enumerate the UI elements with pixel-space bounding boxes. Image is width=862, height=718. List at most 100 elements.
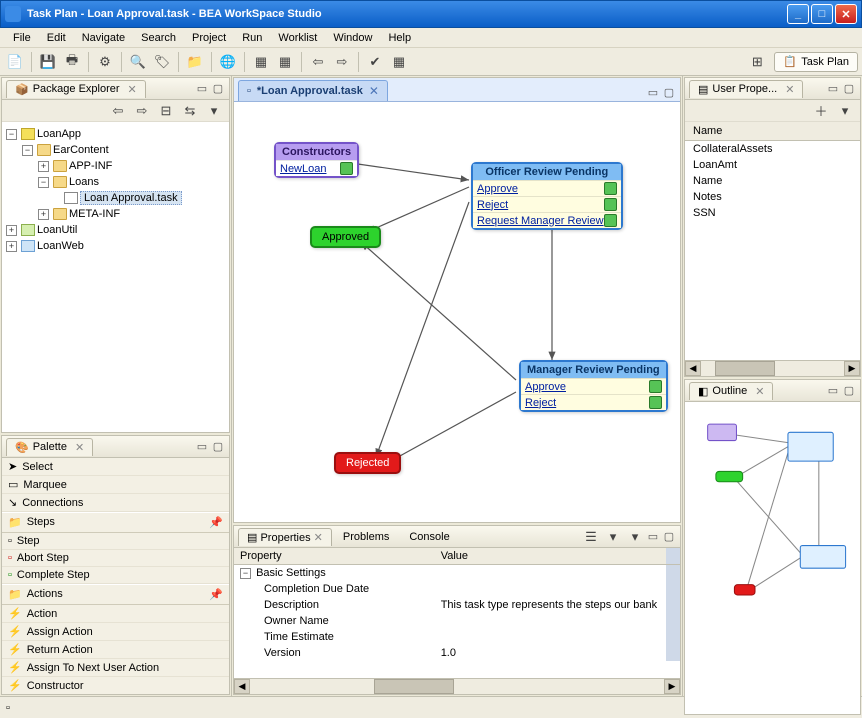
perspective-open-icon[interactable]: ⊞ [746, 51, 768, 73]
node-officer-review[interactable]: Officer Review Pending Approve Reject Re… [471, 162, 623, 230]
menu-window[interactable]: Window [326, 30, 379, 46]
scroll-left-icon[interactable]: ◀ [234, 679, 250, 694]
prop-group-basic[interactable]: Basic Settings [256, 567, 326, 579]
menu-help[interactable]: Help [381, 30, 418, 46]
node-officer-request-manager[interactable]: Request Manager Review [473, 212, 621, 228]
collapse-icon[interactable]: ⊟ [155, 100, 177, 122]
node-constructors-newloan[interactable]: NewLoan [276, 160, 357, 176]
tree-loans[interactable]: Loans [69, 176, 99, 188]
view-maximize-icon[interactable]: ▢ [211, 440, 225, 454]
palette-step[interactable]: ▫Step [2, 533, 229, 550]
link-icon[interactable]: ⇆ [179, 100, 201, 122]
view-minimize-icon[interactable]: ▭ [195, 82, 209, 96]
nav-back-icon[interactable]: ⇦ [107, 100, 129, 122]
scroll-right-icon[interactable]: ▶ [664, 679, 680, 694]
menu-navigate[interactable]: Navigate [75, 30, 132, 46]
user-props-col-name[interactable]: Name [685, 122, 860, 141]
expander-icon[interactable]: − [38, 177, 49, 188]
properties-scrollbar[interactable]: ◀ ▶ [234, 678, 680, 694]
node-manager-approve[interactable]: Approve [521, 378, 666, 394]
expander-icon[interactable]: − [22, 145, 33, 156]
task2-icon[interactable]: ▦ [274, 51, 296, 73]
tree-metainf[interactable]: META-INF [69, 208, 120, 220]
tree-loanweb[interactable]: LoanWeb [37, 240, 84, 252]
nav-fwd-icon[interactable]: ⇨ [131, 100, 153, 122]
node-manager-review[interactable]: Manager Review Pending Approve Reject [519, 360, 668, 412]
menu-worklist[interactable]: Worklist [271, 30, 324, 46]
tab-properties[interactable]: ▤ Properties ✕ [238, 528, 332, 546]
props-tree-icon[interactable]: ☰ [580, 526, 602, 548]
minimize-button[interactable]: _ [787, 4, 809, 24]
view-minimize-icon[interactable]: ▭ [646, 85, 660, 99]
table-row[interactable]: Version1.0 [234, 645, 680, 661]
list-item[interactable]: LoanAmt [685, 157, 860, 173]
state-approved[interactable]: Approved [310, 226, 381, 248]
table-row[interactable]: DescriptionThis task type represents the… [234, 597, 680, 613]
table-row[interactable]: Time Estimate [234, 629, 680, 645]
node-manager-reject[interactable]: Reject [521, 394, 666, 410]
maximize-button[interactable]: □ [811, 4, 833, 24]
tree-loanapp[interactable]: LoanApp [37, 128, 81, 140]
search-icon[interactable]: 🔍 [127, 51, 149, 73]
forward-icon[interactable]: ⇨ [331, 51, 353, 73]
palette-tab[interactable]: 🎨 Palette ✕ [6, 438, 93, 456]
menu-search[interactable]: Search [134, 30, 183, 46]
scroll-thumb[interactable] [715, 361, 775, 376]
expander-icon[interactable]: + [38, 209, 49, 220]
expander-icon[interactable]: + [38, 161, 49, 172]
palette-select[interactable]: ➤Select [2, 458, 229, 476]
tab-console[interactable]: Console [400, 528, 458, 546]
palette-complete-step[interactable]: ▫Complete Step [2, 567, 229, 584]
tab-close-icon[interactable]: ✕ [785, 83, 794, 96]
palette-assign-action[interactable]: ⚡Assign Action [2, 623, 229, 641]
palette-action[interactable]: ⚡Action [2, 605, 229, 623]
editor-tab-close-icon[interactable]: ✕ [369, 84, 379, 98]
view-minimize-icon[interactable]: ▭ [195, 440, 209, 454]
view-menu-icon[interactable]: ▾ [834, 100, 856, 122]
table-row[interactable]: Completion Due Date [234, 581, 680, 597]
grid-icon[interactable]: ▦ [388, 51, 410, 73]
userprops-scrollbar[interactable]: ◀ ▶ [685, 360, 860, 376]
view-maximize-icon[interactable]: ▢ [842, 82, 856, 96]
user-properties-tab[interactable]: ▤ User Prope... ✕ [689, 80, 803, 98]
outline-tab[interactable]: ◧ Outline ✕ [689, 382, 773, 400]
add-property-icon[interactable]: ＋ [810, 100, 832, 122]
task-diagram-canvas[interactable]: Constructors NewLoan Officer Review Pend… [234, 102, 680, 522]
pin-icon[interactable]: 📌 [209, 588, 223, 601]
folder-nav-icon[interactable]: 📁 [184, 51, 206, 73]
annotate-icon[interactable]: 🏷 [151, 51, 173, 73]
expander-icon[interactable]: − [240, 568, 251, 579]
list-item[interactable]: CollateralAssets [685, 141, 860, 157]
tree-loanfile[interactable]: Loan Approval.task [80, 191, 182, 205]
palette-connections[interactable]: ↘Connections [2, 494, 229, 512]
view-maximize-icon[interactable]: ▢ [662, 530, 676, 544]
view-minimize-icon[interactable]: ▭ [646, 530, 660, 544]
tree-earcontent[interactable]: EarContent [53, 144, 109, 156]
tab-close-icon[interactable]: ✕ [75, 441, 84, 454]
table-row[interactable]: Owner Name [234, 613, 680, 629]
palette-category-actions[interactable]: 📁Actions📌 [2, 584, 229, 605]
view-maximize-icon[interactable]: ▢ [842, 384, 856, 398]
task1-icon[interactable]: ▦ [250, 51, 272, 73]
palette-category-steps[interactable]: 📁Steps📌 [2, 512, 229, 533]
view-minimize-icon[interactable]: ▭ [826, 384, 840, 398]
tab-close-icon[interactable]: ✕ [128, 83, 137, 96]
close-button[interactable]: ✕ [835, 4, 857, 24]
palette-constructor[interactable]: ⚡Constructor [2, 677, 229, 694]
list-item[interactable]: Name [685, 173, 860, 189]
scroll-right-icon[interactable]: ▶ [844, 361, 860, 376]
palette-abort-step[interactable]: ▫Abort Step [2, 550, 229, 567]
print-icon[interactable]: 🖶 [61, 51, 83, 73]
pin-icon[interactable]: 📌 [209, 516, 223, 529]
palette-marquee[interactable]: ▭Marquee [2, 476, 229, 494]
expander-icon[interactable]: − [6, 129, 17, 140]
view-menu-icon[interactable]: ▾ [624, 526, 646, 548]
scroll-thumb[interactable] [374, 679, 454, 694]
palette-assign-next[interactable]: ⚡Assign To Next User Action [2, 659, 229, 677]
palette-return-action[interactable]: ⚡Return Action [2, 641, 229, 659]
state-rejected[interactable]: Rejected [334, 452, 401, 474]
list-item[interactable]: SSN [685, 205, 860, 221]
menu-project[interactable]: Project [185, 30, 233, 46]
tree-loanutil[interactable]: LoanUtil [37, 224, 77, 236]
tree-appinf[interactable]: APP-INF [69, 160, 112, 172]
